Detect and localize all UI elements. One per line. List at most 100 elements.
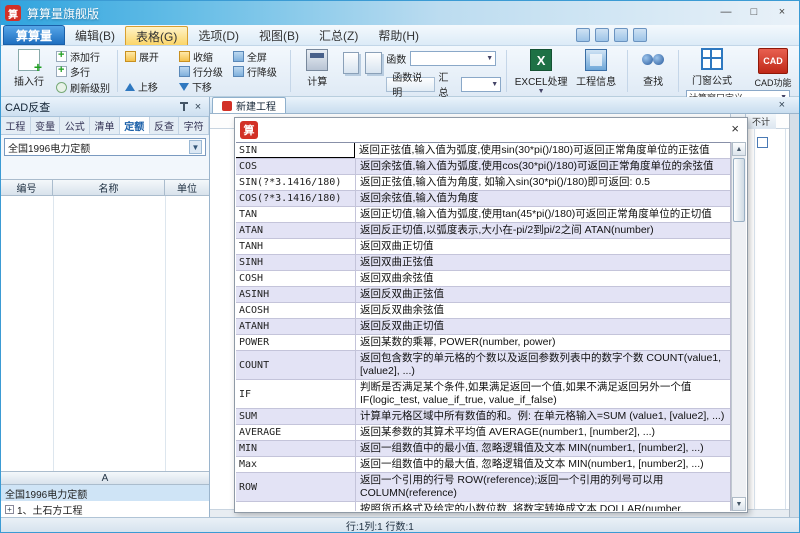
summary-combobox[interactable]: ▼ — [461, 77, 502, 92]
function-name-cell[interactable]: COS — [236, 159, 356, 174]
function-row[interactable]: SIN 返回正弦值,输入值为弧度,使用sin(30*pi()/180)可返回正常… — [236, 143, 730, 159]
column-header-unit[interactable]: 单位 — [165, 180, 209, 195]
dialog-vertical-scrollbar[interactable]: ▲ ▼ — [731, 142, 746, 511]
tab-lookup[interactable]: 反查 — [150, 117, 180, 134]
menu-tab-summary[interactable]: 汇总(Z) — [309, 26, 368, 45]
function-name-cell[interactable]: ATANH — [236, 319, 356, 334]
function-name-cell[interactable]: COUNT — [236, 351, 356, 379]
function-name-cell[interactable]: TAN — [236, 207, 356, 222]
function-row[interactable]: AVERAGE 返回某参数的其算术平均值 AVERAGE(number1, [n… — [236, 425, 730, 441]
function-row[interactable]: COS 返回余弦值,输入值为弧度,使用cos(30*pi()/180)可返回正常… — [236, 159, 730, 175]
menu-tab-view[interactable]: 视图(B) — [249, 26, 309, 45]
column-header-nocalc[interactable]: 不计 — [745, 114, 776, 129]
tab-variable[interactable]: 变量 — [31, 117, 61, 134]
app-menu-button[interactable]: 算算量 — [3, 25, 65, 45]
row-downgrade-button[interactable]: 行降级 — [231, 65, 285, 79]
formula-card-icon-1[interactable] — [343, 52, 360, 74]
function-row[interactable]: COUNT 返回包含数字的单元格的个数以及返回参数列表中的数字个数 COUNT(… — [236, 351, 730, 380]
dialog-close-icon[interactable]: × — [731, 121, 739, 136]
refresh-level-button[interactable]: 刷新级别 — [54, 80, 112, 94]
tab-close-icon[interactable]: × — [779, 99, 785, 111]
menu-tab-options[interactable]: 选项(D) — [188, 26, 249, 45]
formula-card-icon-2[interactable] — [365, 52, 382, 74]
expand-plus-icon[interactable]: + — [5, 505, 14, 514]
quick-access-icon-3[interactable] — [614, 28, 628, 42]
collapse-button[interactable]: 收缩 — [177, 50, 231, 64]
menu-tab-edit[interactable]: 编辑(B) — [65, 26, 125, 45]
function-name-cell[interactable]: ACOSH — [236, 303, 356, 318]
quota-select[interactable]: 全国1996电力定额 ▼ — [4, 138, 206, 156]
function-name-cell[interactable]: MIN — [236, 441, 356, 456]
pin-icon[interactable] — [177, 100, 191, 114]
function-row[interactable]: POWER 返回某数的乘幂, POWER(number, power) — [236, 335, 730, 351]
tree-item-root[interactable]: 全国1996电力定额 — [1, 485, 209, 501]
function-help-button[interactable]: 函数说明 — [386, 77, 434, 92]
function-row[interactable]: ATAN 返回反正切值,以弧度表示,大小在-pi/2到pi/2之间 ATAN(n… — [236, 223, 730, 239]
function-row[interactable]: ASINH 返回反双曲正弦值 — [236, 287, 730, 303]
tab-list[interactable]: 清单 — [90, 117, 120, 134]
function-row[interactable]: Max 返回一组数值中的最大值, 忽略逻辑值及文本 MIN(number1, [… — [236, 457, 730, 473]
function-name-cell[interactable]: TANH — [236, 239, 356, 254]
tab-project[interactable]: 工程 — [1, 117, 31, 134]
column-header-code[interactable]: 编号 — [1, 180, 53, 195]
function-combobox[interactable]: ▼ — [410, 51, 496, 66]
add-row-button[interactable]: 添加行 — [54, 49, 112, 63]
calculate-button[interactable]: 计算 — [296, 49, 339, 88]
find-button[interactable]: 查找 — [633, 49, 673, 88]
cad-function-button[interactable]: CAD CAD功能 — [750, 48, 796, 89]
tree-item-earthwork[interactable]: + 1、土石方工程 — [1, 501, 209, 517]
panel-close-icon[interactable]: × — [191, 100, 205, 114]
function-name-cell[interactable]: COSH — [236, 271, 356, 286]
fullscreen-button[interactable]: 全屏 — [231, 50, 285, 64]
function-row[interactable]: ROW 返回一个引用的行号 ROW(reference);返回一个引用的列号可以… — [236, 473, 730, 502]
move-down-button[interactable]: 下移 — [177, 80, 231, 94]
function-row[interactable]: SIN(?*3.1416/180) 返回正弦值,输入值为角度, 如输入sin(3… — [236, 175, 730, 191]
function-row[interactable]: IF 判断是否满足某个条件,如果满足返回一个值,如果不满足返回另外一个值 IF(… — [236, 380, 730, 409]
quick-access-icon-4[interactable] — [633, 28, 647, 42]
excel-process-button[interactable]: X EXCEL处理 ▼ — [512, 49, 570, 95]
function-row[interactable]: ACOSH 返回反双曲余弦值 — [236, 303, 730, 319]
tab-quota[interactable]: 定额 — [120, 117, 150, 134]
quota-grid-body[interactable] — [1, 196, 209, 471]
function-name-cell[interactable]: SIN(?*3.1416/180) — [236, 175, 356, 190]
function-row[interactable]: MIN 返回一组数值中的最小值, 忽略逻辑值及文本 MIN(number1, [… — [236, 441, 730, 457]
function-name-cell[interactable]: ASINH — [236, 287, 356, 302]
menu-tab-table[interactable]: 表格(G) — [125, 26, 188, 45]
maximize-button[interactable]: □ — [741, 4, 767, 22]
function-name-cell[interactable]: AVERAGE — [236, 425, 356, 440]
function-name-cell[interactable]: SIN — [236, 142, 355, 158]
insert-row-button[interactable]: 插入行 — [6, 49, 52, 88]
function-row[interactable]: SINH 返回双曲正弦值 — [236, 255, 730, 271]
minimize-button[interactable]: — — [713, 4, 739, 22]
multi-row-button[interactable]: 多行 — [54, 65, 112, 79]
expand-button[interactable]: 展开 — [123, 50, 177, 64]
scroll-down-icon[interactable]: ▼ — [732, 497, 746, 511]
quick-access-icon-1[interactable] — [576, 28, 590, 42]
function-name-cell[interactable]: ATAN — [236, 223, 356, 238]
tab-character[interactable]: 字符 — [179, 117, 209, 134]
row-upgrade-button[interactable]: 行分级 — [177, 65, 231, 79]
function-name-cell[interactable]: ROW — [236, 473, 356, 501]
tab-formula[interactable]: 公式 — [60, 117, 90, 134]
function-row[interactable]: TANH 返回双曲正切值 — [236, 239, 730, 255]
function-row[interactable]: ATANH 返回反双曲正切值 — [236, 319, 730, 335]
function-row[interactable]: COSH 返回双曲余弦值 — [236, 271, 730, 287]
function-row[interactable]: DOLLAR 按照货币格式及给定的小数位数, 将数字转换成文本 DOLLAR(n… — [236, 502, 730, 511]
function-name-cell[interactable]: COS(?*3.1416/180) — [236, 191, 356, 206]
tab-new-project[interactable]: 新建工程 — [212, 97, 286, 113]
scrollbar-thumb[interactable] — [733, 158, 745, 222]
function-name-cell[interactable]: DOLLAR — [236, 502, 356, 511]
door-window-formula-button[interactable]: 门窗公式 — [686, 48, 738, 89]
column-header-name[interactable]: 名称 — [53, 180, 165, 195]
move-up-button[interactable]: 上移 — [123, 80, 177, 94]
function-name-cell[interactable]: POWER — [236, 335, 356, 350]
function-name-cell[interactable]: SUM — [236, 409, 356, 424]
nocalc-checkbox[interactable] — [757, 137, 768, 148]
function-row[interactable]: COS(?*3.1416/180) 返回余弦值,输入值为角度 — [236, 191, 730, 207]
function-row[interactable]: TAN 返回正切值,输入值为弧度,使用tan(45*pi()/180)可返回正常… — [236, 207, 730, 223]
function-name-cell[interactable]: IF — [236, 380, 356, 408]
scroll-up-icon[interactable]: ▲ — [732, 142, 746, 156]
function-name-cell[interactable]: Max — [236, 457, 356, 472]
function-row[interactable]: SUM 计算单元格区域中所有数值的和。例: 在单元格输入=SUM (value1… — [236, 409, 730, 425]
quick-access-icon-2[interactable] — [595, 28, 609, 42]
